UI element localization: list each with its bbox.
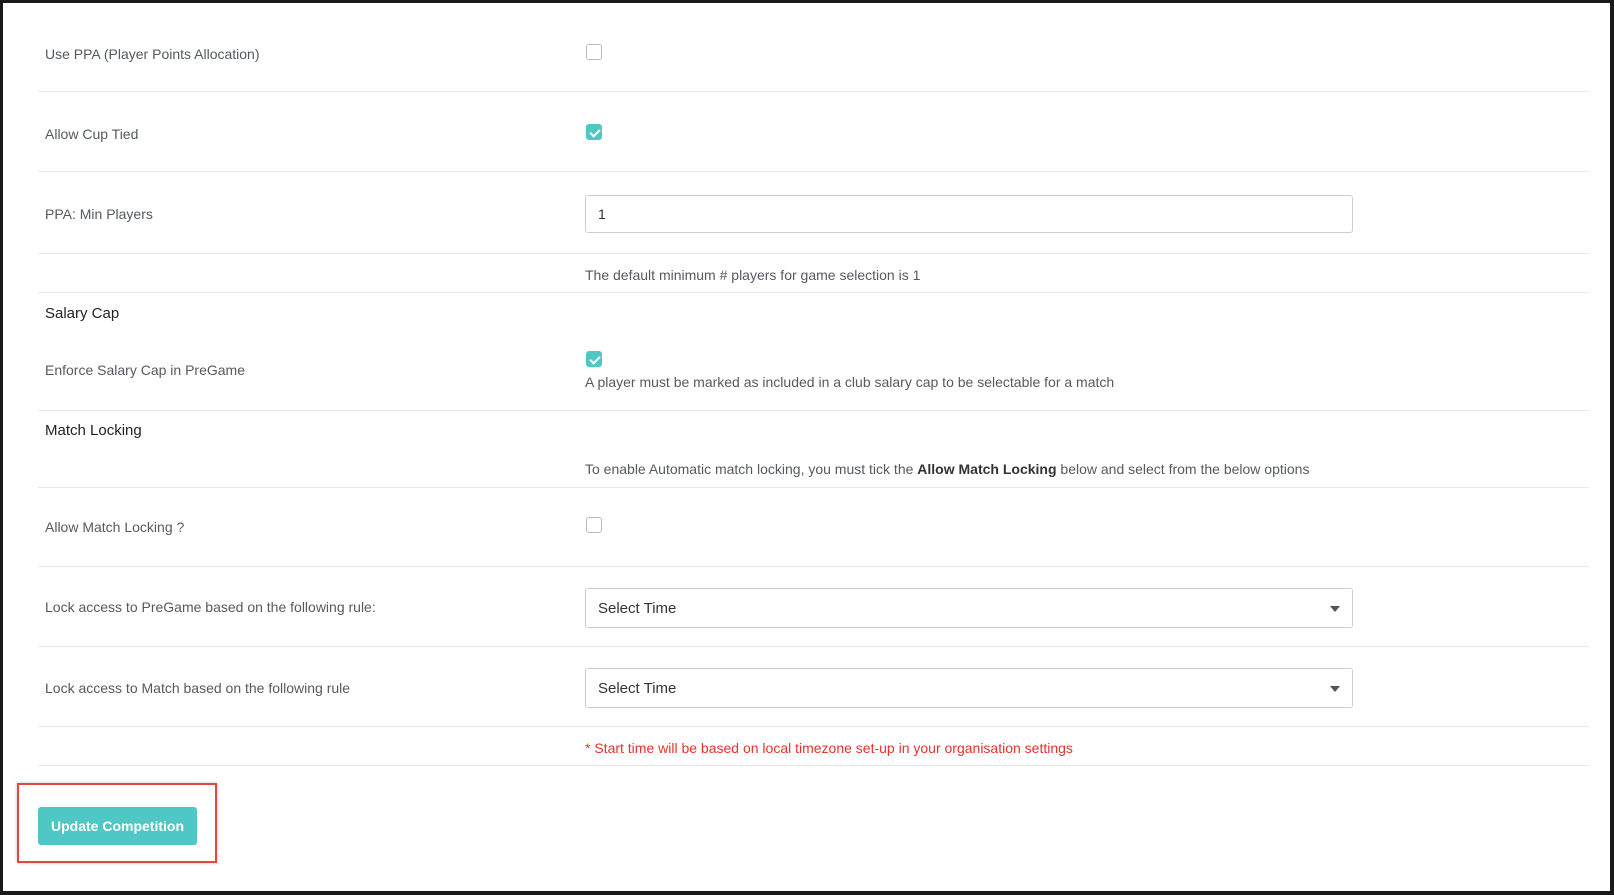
match-lock-rule-value: Select Time [598,680,677,697]
use-ppa-checkbox[interactable] [586,44,602,60]
match-locking-info: To enable Automatic match locking, you m… [585,461,1310,477]
salary-cap-heading: Salary Cap [45,305,120,322]
divider [38,292,1589,293]
divider [38,410,1589,411]
ppa-min-players-help: The default minimum # players for game s… [585,267,921,283]
allow-cup-tied-checkbox[interactable] [586,124,602,140]
timezone-note: * Start time will be based on local time… [585,740,1073,756]
ppa-min-players-input[interactable] [585,195,1353,233]
match-lock-rule-label: Lock access to Match based on the follow… [45,680,351,696]
chevron-down-icon [1330,686,1340,692]
divider [38,566,1589,567]
match-lock-rule-select[interactable]: Select Time [585,668,1353,708]
allow-cup-tied-label: Allow Cup Tied [45,126,139,142]
enforce-salary-cap-label: Enforce Salary Cap in PreGame [45,362,245,378]
allow-match-locking-emphasis: Allow Match Locking [917,461,1057,477]
pregame-lock-rule-value: Select Time [598,600,677,617]
enforce-salary-cap-checkbox[interactable] [586,351,602,367]
divider [38,765,1589,766]
competition-settings-form: Use PPA (Player Points Allocation) Allow… [0,0,1614,895]
pregame-lock-rule-label: Lock access to PreGame based on the foll… [45,599,376,615]
chevron-down-icon [1330,606,1340,612]
divider [38,646,1589,647]
use-ppa-label: Use PPA (Player Points Allocation) [45,46,260,62]
allow-match-locking-label: Allow Match Locking ? [45,519,185,535]
ppa-min-players-label: PPA: Min Players [45,206,153,222]
allow-match-locking-checkbox[interactable] [586,517,602,533]
divider [38,253,1589,254]
match-locking-heading: Match Locking [45,422,142,439]
divider [38,91,1589,92]
pregame-lock-rule-select[interactable]: Select Time [585,588,1353,628]
divider [38,171,1589,172]
update-competition-button[interactable]: Update Competition [38,807,197,845]
divider [38,487,1589,488]
divider [38,726,1589,727]
enforce-salary-cap-help: A player must be marked as included in a… [585,374,1115,390]
